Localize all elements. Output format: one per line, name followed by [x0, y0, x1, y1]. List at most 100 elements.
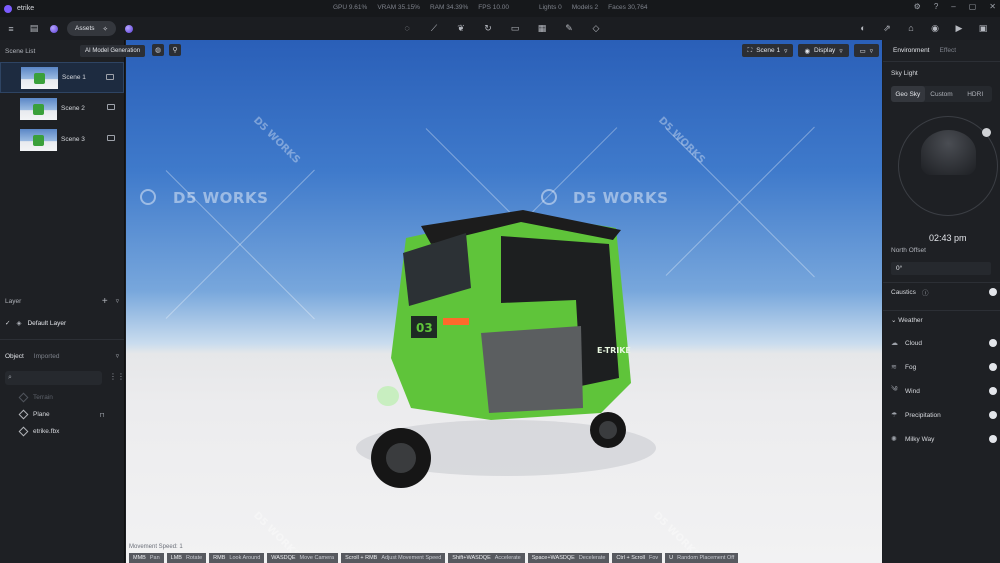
sun-handle[interactable] — [982, 128, 991, 137]
check-icon[interactable]: ✓ — [5, 319, 10, 327]
caustics-label: Caustics — [891, 288, 916, 296]
chevron-down-icon[interactable]: ▿ — [116, 297, 119, 305]
north-offset-input[interactable]: 0° — [891, 262, 991, 275]
frame-icon: ⛶ — [747, 46, 753, 54]
watermark-text: D5 WORKS — [173, 189, 269, 207]
sky-mode-hdri[interactable]: HDRI — [958, 86, 992, 102]
wind-toggle[interactable] — [989, 387, 997, 395]
help-icon[interactable]: ? — [934, 2, 938, 11]
hint-chip: WASDQE Move Camera — [267, 553, 339, 563]
watermark-text-small: D5 WORKS — [656, 115, 707, 166]
caustics-toggle[interactable] — [989, 288, 997, 296]
object-search-input[interactable]: ⌕ — [5, 371, 102, 385]
weather-label: Fog — [905, 363, 917, 371]
hint-chip: LMB Rotate — [166, 553, 207, 563]
rear-hub — [599, 421, 617, 439]
file-icon[interactable]: ▤ — [27, 22, 41, 36]
milky-way-toggle[interactable] — [989, 435, 997, 443]
scene-item-1[interactable]: Scene 1 — [0, 62, 124, 93]
tab-environment[interactable]: Environment — [893, 47, 930, 54]
hint-chip: Ctrl + Scroll Fov — [612, 553, 663, 563]
fog-icon: ≋ — [891, 364, 897, 371]
grid-tool-icon[interactable]: ▦ — [535, 21, 549, 35]
sun-position-dial[interactable] — [898, 116, 998, 216]
globe-icon[interactable]: ◍ — [152, 44, 164, 56]
info-icon[interactable]: ⓘ — [922, 287, 929, 297]
assets-button[interactable]: Assets ✧ — [67, 21, 116, 36]
menu-icon[interactable]: ≡ — [4, 22, 18, 36]
scene-label: Scene 3 — [61, 136, 85, 143]
search-icon: ⌕ — [8, 374, 12, 381]
view-mode-button[interactable]: ▭ ▿ — [853, 44, 879, 57]
box-tool-icon[interactable]: ▭ — [508, 21, 522, 35]
tab-object[interactable]: Object — [5, 353, 24, 360]
precipitation-toggle[interactable] — [989, 411, 997, 419]
add-layer-icon[interactable]: + — [102, 296, 108, 307]
weather-label: Precipitation — [905, 411, 941, 419]
brand-label: E-TRIKE — [597, 346, 631, 355]
camera-icon[interactable] — [107, 135, 115, 141]
weather-label: Wind — [905, 387, 920, 395]
vram-stat: VRAM 35.15% — [377, 4, 420, 11]
leaf-icon[interactable]: ❦ — [454, 21, 468, 35]
share-icon[interactable]: ⌂ — [904, 21, 918, 35]
panorama-icon[interactable]: ▣ — [976, 21, 990, 35]
export-icon[interactable]: ⇗ — [880, 21, 894, 35]
weather-title: ⌄ Weather — [891, 317, 923, 324]
light-bulb-icon[interactable]: ◌ — [400, 21, 414, 35]
scene-item-3[interactable]: Scene 3 — [0, 124, 124, 155]
maximize-icon[interactable]: ▢ — [969, 2, 977, 11]
scene-item-2[interactable]: Scene 2 — [0, 93, 124, 124]
default-layer-row[interactable]: ✓ ◈ Default Layer — [0, 312, 124, 334]
hint-chip: MMB Pan — [129, 553, 164, 563]
tree-item-etrike[interactable]: etrike.fbx — [0, 423, 124, 440]
brush-icon[interactable]: ✎ — [562, 21, 576, 35]
tab-effect[interactable]: Effect — [940, 47, 957, 54]
time-of-day[interactable]: 02:43 pm — [929, 233, 967, 243]
lock-icon[interactable]: ⊓ — [100, 411, 105, 419]
sky-mode-custom[interactable]: Custom — [925, 86, 959, 102]
camera-icon[interactable] — [107, 104, 115, 110]
scene-select-button[interactable]: ⛶ Scene 1 ▿ — [741, 44, 794, 57]
camera-icon[interactable]: ◉ — [928, 21, 942, 35]
close-icon[interactable]: ✕ — [989, 2, 996, 11]
minimize-icon[interactable]: – — [951, 2, 955, 11]
tree-item-plane[interactable]: Plane ⊓ — [0, 406, 124, 423]
path-tool-icon[interactable]: ⟋ — [427, 21, 441, 35]
picker-icon[interactable]: ⚲ — [169, 44, 181, 56]
movement-speed-label: Movement Speed: 1 — [129, 544, 183, 550]
chevron-down-icon[interactable]: ▿ — [116, 352, 119, 360]
video-icon[interactable]: ▶ — [952, 21, 966, 35]
tree-item-label: etrike.fbx — [33, 428, 60, 435]
hint-chip: RMB Look Around — [209, 553, 265, 563]
tab-imported[interactable]: Imported — [34, 353, 60, 360]
settings-icon[interactable]: ⚙ — [914, 2, 921, 11]
tree-item-terrain[interactable]: Terrain — [0, 389, 124, 406]
models-stat: Models 2 — [571, 4, 599, 11]
scene-select-label: Scene 1 — [756, 47, 781, 54]
camera-icon[interactable] — [106, 74, 114, 80]
display-button[interactable]: ◉ Display ▿ — [798, 44, 849, 57]
layers-icon[interactable]: ◇ — [589, 21, 603, 35]
main-toolbar: ≡ ▤ Assets ✧ ◌ ⟋ ❦ ↻ ▭ ▦ ✎ ◇ ◐ ⇗ ⌂ ◉ ▶ ▣ — [0, 17, 1000, 40]
assets-label: Assets — [75, 25, 95, 32]
rotate-icon[interactable]: ↻ — [481, 21, 495, 35]
cloud-toggle[interactable] — [989, 339, 997, 347]
grid-view-icon[interactable]: ⋮⋮ — [109, 372, 125, 384]
vr-icon[interactable]: ◐ — [856, 21, 870, 35]
weather-precipitation-row: ☂ Precipitation — [891, 405, 1000, 425]
ai-orb-icon[interactable] — [50, 24, 58, 33]
weather-label: Cloud — [905, 339, 922, 347]
etrike-model[interactable]: 03 E-TRIKE — [351, 208, 671, 498]
fog-toggle[interactable] — [989, 363, 997, 371]
weather-milky-way-row: ✺ Milky Way — [891, 429, 1000, 449]
divider — [883, 310, 1000, 311]
cloud-icon: ☁ — [891, 340, 898, 347]
fps-stat: FPS 10.00 — [478, 4, 509, 11]
left-panel: Scene List Scene 1 Scene 2 Scene 3 Layer… — [0, 40, 125, 563]
galaxy-icon: ✺ — [891, 436, 897, 443]
chevron-down-icon: ▿ — [839, 47, 843, 55]
3d-viewport[interactable]: ◍ ⚲ ⛶ Scene 1 ▿ ◉ Display ▿ ▭ ▿ D5 WORKS… — [126, 40, 882, 563]
sky-mode-geo-sky[interactable]: Geo Sky — [891, 86, 925, 102]
model-generation-icon[interactable] — [124, 24, 133, 33]
